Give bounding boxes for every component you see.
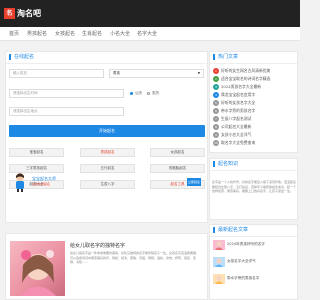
sidebar-hot-item-label: 好听的女孩名字大全: [221, 100, 256, 105]
sidebar-hot-item-label: 女孩小名大全洋气: [221, 132, 252, 137]
nav-item-girl[interactable]: 女孩起名: [55, 30, 75, 37]
child-illustration-icon: [16, 173, 24, 192]
solar-label: 公历: [135, 91, 142, 95]
site-tagline: taomingba.com: [17, 13, 33, 15]
rank-badge: 6: [213, 108, 219, 114]
sidebar-hot-item-label: 适合宝宝取名的诗词名字精选: [221, 76, 271, 81]
logo-icon: 名: [4, 7, 15, 19]
gender-select[interactable]: 男孩 ▼: [109, 69, 204, 78]
sidebar-hot-item[interactable]: 3 2024男孩名字大全最新: [213, 83, 261, 91]
birthplace-input[interactable]: 请选择出生地点: [9, 107, 124, 116]
nav-item-nickname[interactable]: 小名大全: [110, 30, 130, 37]
top-bar: 名 淘名吧 taomingba.com: [0, 0, 300, 27]
article-thumbnail[interactable]: [10, 241, 65, 296]
surname-input[interactable]: 输入姓氏: [9, 69, 104, 78]
sidebar-hot-title: 热门文章: [213, 54, 238, 60]
solar-radio[interactable]: [130, 92, 133, 95]
rank-badge: 2: [213, 76, 219, 82]
sidebar-about-text: 名字是一个人的符号，好的名字能给人留下深刻印象。宝宝起名要结合生辰八字、五行喜忌…: [212, 180, 297, 194]
sidebar-hot-item[interactable]: 2 适合宝宝取名的诗词名字精选: [213, 75, 270, 83]
rank-badge: 9: [213, 132, 219, 138]
nav-item-names[interactable]: 名字大全: [137, 30, 157, 37]
sidebar-hot-header: 热门文章: [210, 52, 297, 64]
article-title[interactable]: 给女儿取名字的独特名字: [70, 242, 125, 249]
panel-header: 在线起名: [6, 52, 207, 64]
lunar-radio[interactable]: [147, 92, 150, 95]
rank-badge: 8: [213, 124, 219, 130]
main-nav: 首页 男孩起名 女孩起名 生肖起名 小名大全 名字大全: [0, 27, 300, 41]
form-title: 在线起名: [9, 54, 34, 60]
chevron-down-icon: ▼: [197, 71, 200, 75]
start-naming-button[interactable]: 开始起名: [9, 125, 205, 137]
sidebar-latest-link[interactable]: 女孩名字大全洋气: [227, 259, 256, 264]
sidebar-hot-item-label: 生辰八字起名测试: [221, 116, 252, 121]
sidebar-hot-item[interactable]: 4 属龙宝宝起名宜用字: [213, 91, 255, 99]
nav-item-zodiac[interactable]: 生肖起名: [82, 30, 102, 37]
sidebar-hot-item-label: 2024男孩名字大全最新: [221, 84, 262, 89]
calendar-radio-group: 公历 农历: [130, 91, 159, 96]
sidebar-hot-item[interactable]: 6 带水字旁的男孩名字: [213, 107, 255, 115]
rank-badge: 7: [213, 116, 219, 122]
rank-badge: 5: [213, 100, 219, 106]
lunar-label: 农历: [152, 91, 159, 95]
article-excerpt: 给女儿取名字是一件非常重要的事情，好听又独特的名字能伴随孩子一生。女孩名字宜温柔…: [70, 251, 200, 265]
sidebar-hot-item-label: 取名字大全免费查询: [221, 140, 256, 145]
nav-item-boy[interactable]: 男孩起名: [27, 30, 47, 37]
sidebar-hot-item[interactable]: 7 生辰八字起名测试: [213, 115, 251, 123]
promo-button[interactable]: 立即起名: [187, 178, 201, 186]
article-thumbnail-icon[interactable]: [213, 274, 225, 284]
gender-value: 男孩: [113, 71, 120, 75]
rank-badge: 3: [213, 84, 219, 90]
birth-time-input[interactable]: 请选择出生时间: [9, 89, 124, 98]
category-baby-naming[interactable]: 宝宝起名: [9, 148, 64, 157]
sidebar-about-title: 起名知识: [213, 161, 238, 167]
rank-badge: 1: [213, 68, 219, 74]
sidebar-latest-link[interactable]: 带水字旁的男孩名字: [227, 276, 259, 281]
sidebar-hot-item[interactable]: 1 好听的女生网名古风清新优美: [213, 67, 270, 75]
rank-badge: 4: [213, 92, 219, 98]
article-thumbnail-icon[interactable]: [213, 240, 225, 250]
sidebar-about-header: 起名知识: [210, 159, 297, 171]
sidebar-hot-item-label: 带水字旁的男孩名字: [221, 108, 256, 113]
sidebar-latest-header: 最新起名文章: [210, 225, 297, 237]
sidebar-hot-item[interactable]: 5 好听的女孩名字大全: [213, 99, 255, 107]
sidebar-hot-item[interactable]: 8 公司起名大全最新: [213, 123, 251, 131]
rank-badge: 10: [213, 140, 219, 146]
category-girl-naming[interactable]: 女孩起名: [150, 148, 205, 157]
sidebar-hot-item-label: 属龙宝宝起名宜用字: [221, 92, 256, 97]
sidebar-hot-item-label: 好听的女生网名古风清新优美: [221, 68, 271, 73]
article-thumbnail-icon[interactable]: [213, 257, 225, 267]
sidebar-latest-title: 最新起名文章: [213, 227, 248, 233]
naming-form-panel: 在线起名 输入姓氏 男孩 ▼ 请选择出生时间 公历 农历 请选择出生地点 开始起…: [5, 51, 208, 223]
sidebar-latest-link[interactable]: 2024年男孩好听的名字: [227, 242, 265, 247]
sidebar-hot-item[interactable]: 9 女孩小名大全洋气: [213, 131, 251, 139]
girl-photo-icon: [20, 250, 56, 296]
sidebar-hot-item[interactable]: 10 取名字大全免费查询: [213, 139, 255, 147]
category-boy-naming[interactable]: 男孩起名: [80, 148, 135, 157]
nav-item-home[interactable]: 首页: [9, 30, 19, 37]
sidebar-hot-item-label: 公司起名大全最新: [221, 124, 252, 129]
promo-banner[interactable]: 宝宝起名大师 点击在线起名 立即起名: [8, 172, 203, 194]
promo-subtitle: 点击在线起名: [32, 182, 51, 186]
